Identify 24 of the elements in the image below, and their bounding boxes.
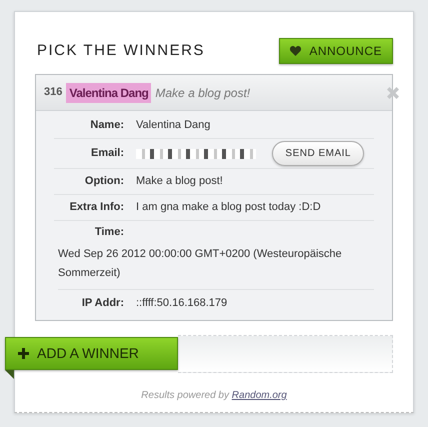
field-label: Time: [94,224,125,240]
announce-button[interactable]: ANNOUNCE [279,38,393,64]
ribbon-fold [5,370,14,379]
field-value: Make a blog post! [136,174,223,190]
page-title: PICK THE WINNERS [37,40,205,61]
field-label: Option: [84,174,125,190]
field-label: Name: [89,118,125,134]
entry-number: 316 [44,85,62,100]
close-icon[interactable] [386,86,400,100]
field-value: Valentina Dang [136,118,210,134]
winner-name: Valentina Dang [66,82,152,102]
add-winner-button[interactable]: ADD A WINNER [5,337,178,370]
send-email-button[interactable]: SEND EMAIL [272,141,364,166]
field-value: I am gna make a blog post today :D:D [136,200,321,216]
footer-text: Results powered by Random.org [141,390,287,401]
random-org-link[interactable]: Random.org [232,390,287,401]
heart-icon [290,46,302,56]
plus-icon [18,348,29,359]
field-value: ::ffff:50.16.168.179 [136,296,228,311]
entry-option: Make a blog post! [155,84,250,102]
field-label: Extra Info: [68,200,125,216]
field-label: IP Addr: [80,296,125,311]
field-value: Wed Sep 26 2012 00:00:00 GMT+0200 (Westeuropäische Sommerzeit) [58,248,342,279]
field-label: Email: [90,146,125,162]
